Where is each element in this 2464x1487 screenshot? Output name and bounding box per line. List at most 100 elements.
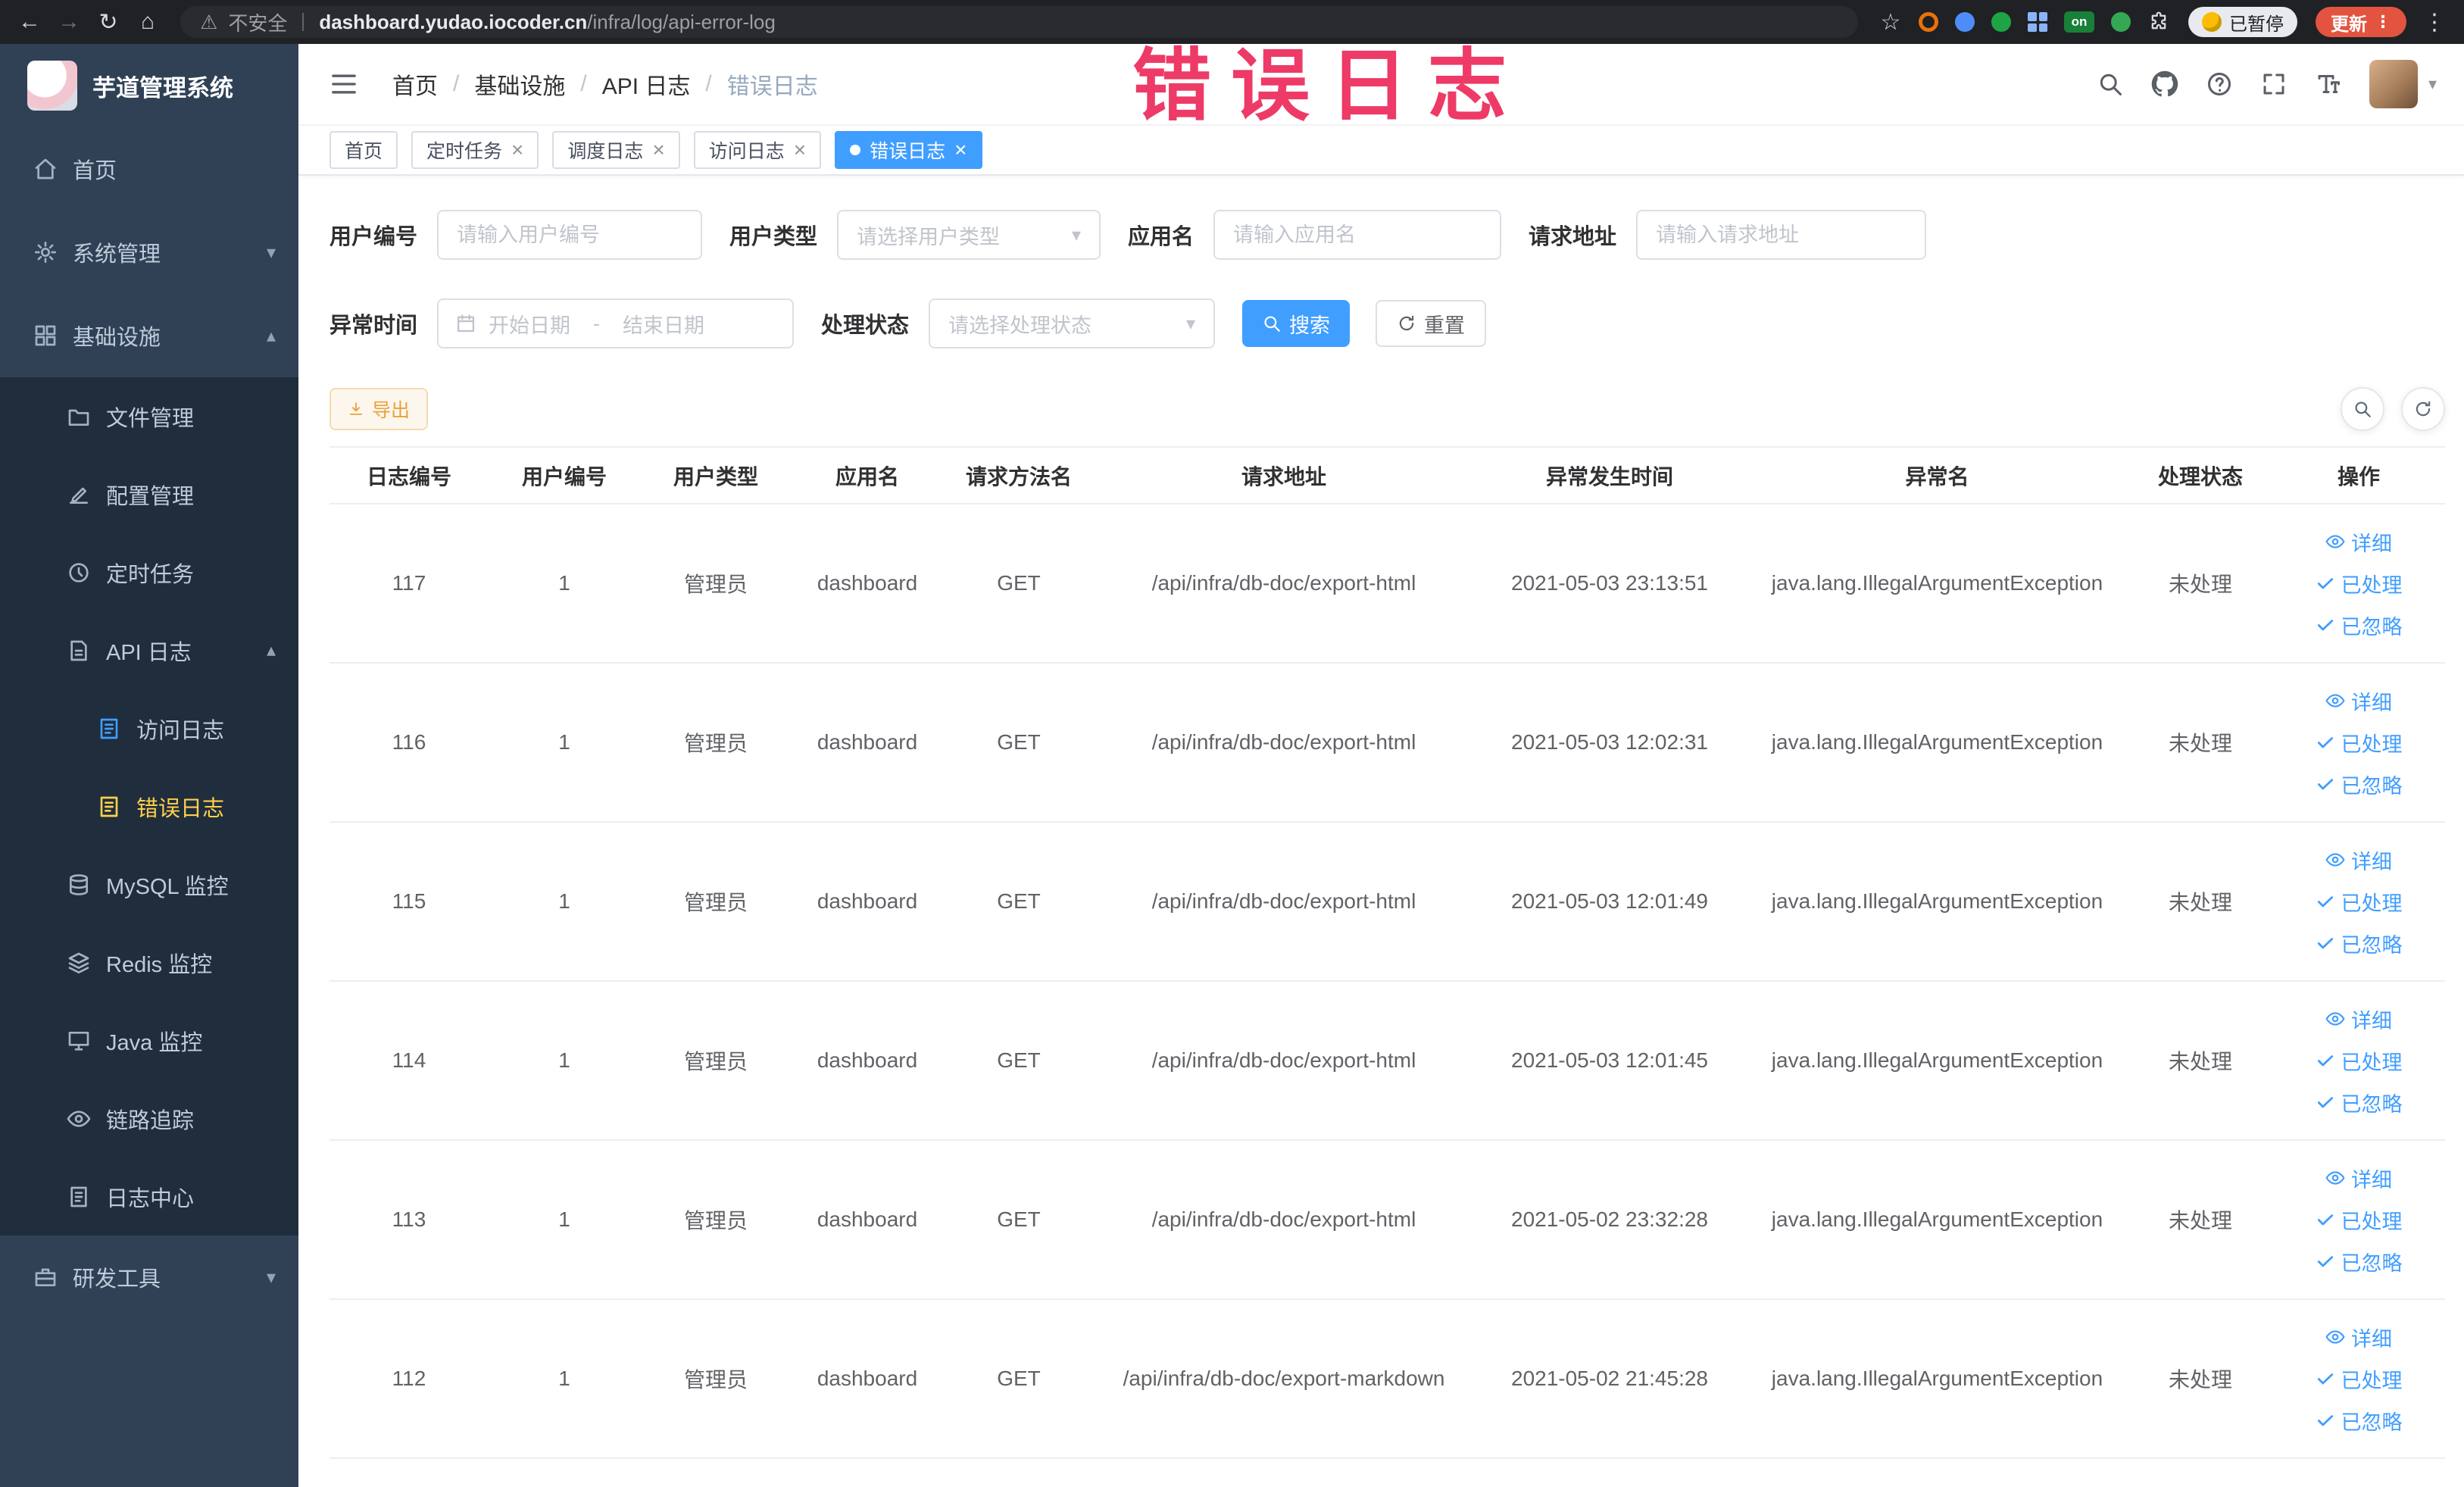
tab-close-icon[interactable]: × xyxy=(954,139,967,161)
sidebar-item-配置管理[interactable]: 配置管理 xyxy=(0,455,298,533)
process-status-select[interactable]: 请选择处理状态 ▾ xyxy=(929,298,1216,348)
profile-paused-badge[interactable]: 已暂停 xyxy=(2188,7,2297,37)
tab-close-icon[interactable]: × xyxy=(652,139,664,161)
browser-home-icon[interactable]: ⌂ xyxy=(130,5,165,39)
processed-link[interactable]: 已处理 xyxy=(2316,1046,2403,1076)
sidebar-item-错误日志[interactable]: 错误日志 xyxy=(0,767,298,845)
schedule-icon xyxy=(67,561,91,585)
extension-icon-1[interactable] xyxy=(1919,12,1938,32)
ignored-link[interactable]: 已忽略 xyxy=(2316,1406,2403,1435)
cell-user_id: 1 xyxy=(558,1048,570,1072)
extension-icon-4[interactable] xyxy=(2111,12,2131,32)
column-header: 用户类型 xyxy=(673,464,758,489)
ignored-link[interactable]: 已忽略 xyxy=(2316,770,2403,799)
ignored-link[interactable]: 已忽略 xyxy=(2316,611,2403,640)
cell-user_type: 管理员 xyxy=(683,732,748,755)
sidebar-item-研发工具[interactable]: 研发工具 ▾ xyxy=(0,1236,298,1319)
sidebar-item-Redis 监控[interactable]: Redis 监控 xyxy=(0,923,298,1001)
sidebar-item-Java 监控[interactable]: Java 监控 xyxy=(0,1001,298,1079)
breadcrumb-item[interactable]: API 日志 xyxy=(602,67,691,101)
extension-on-badge[interactable]: on xyxy=(2064,11,2094,33)
tab-调度日志[interactable]: 调度日志 × xyxy=(552,131,680,169)
breadcrumb-item[interactable]: 基础设施 xyxy=(474,67,565,101)
help-icon[interactable] xyxy=(2206,70,2233,98)
action-label: 详细 xyxy=(2351,532,2392,555)
sidebar-item-系统管理[interactable]: 系统管理 ▾ xyxy=(0,211,298,294)
reset-button[interactable]: 重置 xyxy=(1376,300,1487,347)
export-button[interactable]: 导出 xyxy=(329,388,429,430)
ignored-link[interactable]: 已忽略 xyxy=(2316,1247,2403,1276)
user-avatar[interactable] xyxy=(2369,60,2418,108)
processed-link[interactable]: 已处理 xyxy=(2316,887,2403,917)
hamburger-icon[interactable] xyxy=(329,69,359,99)
extensions-puzzle-icon[interactable] xyxy=(2141,5,2176,39)
search-icon[interactable] xyxy=(2097,70,2124,98)
eye-icon xyxy=(2325,691,2345,711)
active-tab-dot xyxy=(850,145,861,155)
sidebar-item-基础设施[interactable]: 基础设施 ▴ xyxy=(0,294,298,377)
tab-close-icon[interactable]: × xyxy=(794,139,806,161)
font-size-icon[interactable] xyxy=(2315,70,2342,98)
update-button[interactable]: 更新 ⋮ xyxy=(2316,7,2406,37)
cell-exception: java.lang.IllegalArgumentException xyxy=(1771,1367,2103,1390)
back-icon[interactable]: ← xyxy=(12,5,47,39)
address-bar[interactable]: ⚠ 不安全 dashboard.yudao.iocoder.cn/infra/l… xyxy=(180,6,1858,38)
detail-link[interactable]: 详细 xyxy=(2325,1164,2392,1193)
fullscreen-icon[interactable] xyxy=(2260,70,2288,98)
ignored-link[interactable]: 已忽略 xyxy=(2316,929,2403,958)
extension-grid-icon[interactable] xyxy=(2028,12,2047,32)
refresh-table-button[interactable] xyxy=(2401,387,2445,431)
toggle-search-button[interactable] xyxy=(2341,387,2384,431)
tab-定时任务[interactable]: 定时任务 × xyxy=(411,131,539,169)
tab-错误日志[interactable]: 错误日志 × xyxy=(835,131,982,169)
detail-link[interactable]: 详细 xyxy=(2325,527,2392,557)
forward-icon[interactable]: → xyxy=(52,5,86,39)
sidebar-item-label: MySQL 监控 xyxy=(106,874,229,899)
page-content: 用户编号 用户类型 请选择用户类型 ▾ 应用名 请求地址 异常 xyxy=(298,176,2464,1487)
ignored-link[interactable]: 已忽略 xyxy=(2316,1088,2403,1117)
user-id-input[interactable] xyxy=(437,210,703,260)
sidebar-item-首页[interactable]: 首页 xyxy=(0,127,298,211)
browser-menu-icon[interactable]: ⋮ xyxy=(2417,5,2452,39)
detail-link[interactable]: 详细 xyxy=(2325,1004,2392,1034)
bookmark-star-icon[interactable]: ☆ xyxy=(1873,5,1908,39)
request-url-input[interactable] xyxy=(1636,210,1927,260)
extension-icon-3[interactable] xyxy=(1991,12,2011,32)
processed-link[interactable]: 已处理 xyxy=(2316,728,2403,758)
sidebar-item-label: Java 监控 xyxy=(106,1030,203,1055)
search-button[interactable]: 搜索 xyxy=(1242,300,1351,347)
breadcrumb-item[interactable]: 首页 xyxy=(392,67,438,101)
sidebar-item-链路追踪[interactable]: 链路追踪 xyxy=(0,1079,298,1157)
detail-link[interactable]: 详细 xyxy=(2325,845,2392,875)
sidebar-item-文件管理[interactable]: 文件管理 xyxy=(0,377,298,455)
sidebar-item-API 日志[interactable]: API 日志 ▴ xyxy=(0,611,298,689)
check-icon xyxy=(2316,933,2335,953)
sidebar-item-日志中心[interactable]: 日志中心 xyxy=(0,1157,298,1236)
processed-link[interactable]: 已处理 xyxy=(2316,1205,2403,1235)
sidebar-item-MySQL 监控[interactable]: MySQL 监控 xyxy=(0,845,298,923)
cell-time: 2021-05-03 12:01:49 xyxy=(1511,889,1708,913)
user-type-select[interactable]: 请选择用户类型 ▾ xyxy=(837,210,1101,260)
processed-link[interactable]: 已处理 xyxy=(2316,569,2403,598)
avatar-caret-icon[interactable]: ▾ xyxy=(2428,74,2437,94)
sidebar-item-访问日志[interactable]: 访问日志 xyxy=(0,689,298,767)
cell-method: GET xyxy=(997,889,1041,913)
detail-link[interactable]: 详细 xyxy=(2325,1323,2392,1352)
tab-close-icon[interactable]: × xyxy=(511,139,523,161)
processed-link[interactable]: 已处理 xyxy=(2316,1364,2403,1394)
reload-icon[interactable]: ↻ xyxy=(91,5,126,39)
github-icon[interactable] xyxy=(2151,70,2178,98)
cell-method: GET xyxy=(997,730,1041,754)
app-name-input[interactable] xyxy=(1213,210,1502,260)
extension-icon-2[interactable] xyxy=(1955,12,1975,32)
cell-url: /api/infra/db-doc/export-html xyxy=(1151,1048,1416,1072)
column-header: 请求方法名 xyxy=(965,464,1072,489)
detail-link[interactable]: 详细 xyxy=(2325,686,2392,716)
cell-user_type: 管理员 xyxy=(683,573,748,596)
sidebar-logo[interactable]: 芋道管理系统 xyxy=(0,44,298,127)
exception-time-range[interactable]: 开始日期 - 结束日期 xyxy=(437,298,795,348)
tab-首页[interactable]: 首页 xyxy=(329,131,398,169)
tab-访问日志[interactable]: 访问日志 × xyxy=(693,131,822,169)
sidebar-item-定时任务[interactable]: 定时任务 xyxy=(0,533,298,611)
cell-status: 未处理 xyxy=(2168,1050,2232,1073)
